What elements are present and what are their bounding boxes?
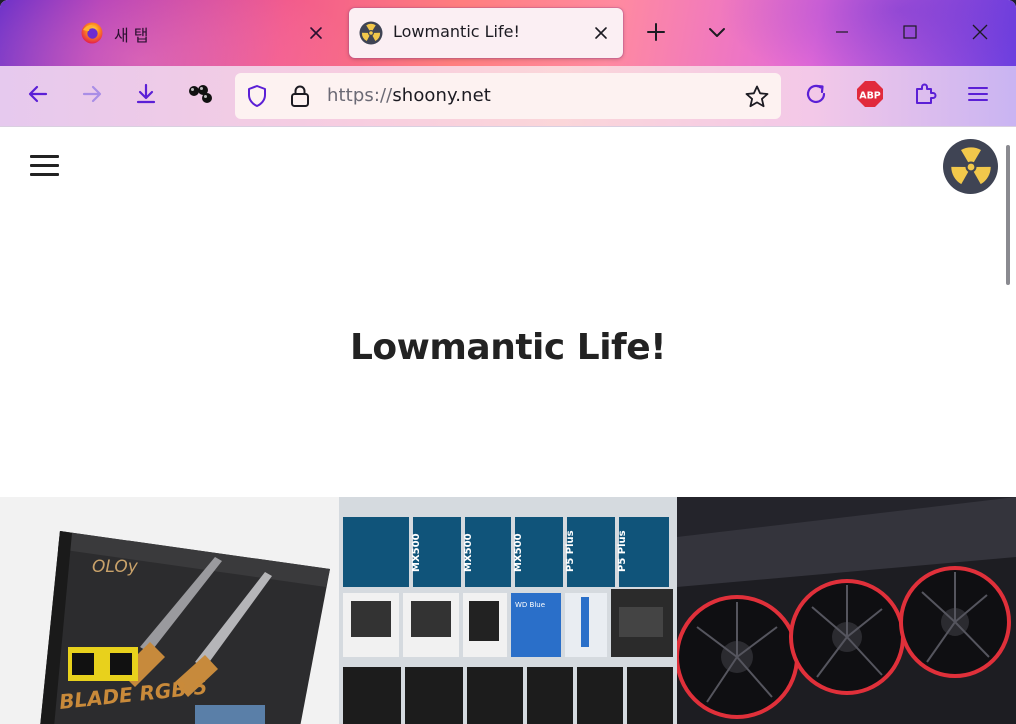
back-button[interactable] [24,82,52,110]
lock-icon[interactable] [288,83,312,113]
ssd-label: MX500 [463,533,474,572]
post-thumbnail-gpu[interactable] [677,497,1016,724]
plus-icon [645,21,667,47]
close-window-button[interactable] [960,14,1000,54]
close-tab-icon[interactable] [304,21,328,45]
downloads-button[interactable] [132,82,160,110]
minimize-button[interactable] [822,14,862,54]
maximize-button[interactable] [890,14,930,54]
url-scheme: https:// [327,85,393,106]
app-menu-button[interactable] [964,82,992,110]
back-arrow-icon [26,82,50,110]
site-avatar[interactable] [943,139,998,194]
ssd-label: MX500 [411,533,422,572]
list-all-tabs-button[interactable] [703,20,731,48]
extension-button[interactable] [186,82,214,110]
tab-label: Lowmantic Life! [393,22,520,41]
close-tab-icon[interactable] [589,21,613,45]
ssd-label: P5 Plus [617,530,628,572]
firefox-icon [80,21,104,45]
bookmark-star-icon[interactable] [744,84,770,114]
browser-window: 새 탭 Lowmantic Life! https://shoony.net A… [0,0,1016,724]
minimize-icon [834,24,850,44]
extensions-puzzle-icon [912,81,938,111]
ssd-label: P5 Plus [565,530,576,572]
reload-icon [803,81,829,111]
adblock-plus-button[interactable]: ABP [856,80,884,112]
extension-balls-icon [186,82,214,110]
thumbnail-brand-text: OLOy [92,557,139,577]
app-menu-icon [966,82,990,110]
page-scrollbar[interactable] [1006,145,1010,285]
reload-button[interactable] [802,82,830,110]
ssd-label: MX500 [513,533,524,572]
forward-button[interactable] [78,82,106,110]
tab-label: 새 탭 [114,26,149,45]
abp-label: ABP [859,91,881,102]
adblock-plus-icon: ABP [856,80,884,112]
url-bar[interactable]: https://shoony.net [235,73,781,119]
url-text[interactable]: https://shoony.net [327,85,491,106]
ssd-label: WD Blue [515,601,545,609]
hamburger-menu-icon[interactable] [30,155,60,177]
forward-arrow-icon [80,82,104,110]
site-title: Lowmantic Life! [349,327,667,368]
post-thumbnails: OLOy BLADE RGB 5 MX500 MX500 MX500 P5 Pl… [0,497,1016,724]
maximize-icon [902,24,918,44]
chevron-down-icon [706,21,728,47]
tab-lowmantic-life[interactable]: Lowmantic Life! [349,8,623,58]
url-host: shoony.net [392,85,491,106]
extensions-button[interactable] [911,82,939,110]
shield-icon[interactable] [245,84,269,112]
post-thumbnail-ssd[interactable]: MX500 MX500 MX500 P5 Plus P5 Plus WD Blu… [339,497,677,724]
download-icon [134,82,158,110]
radiation-icon [359,21,383,45]
tab-new-tab[interactable]: 새 탭 [70,8,338,58]
post-thumbnail-memory[interactable]: OLOy BLADE RGB 5 [0,497,339,724]
close-icon [971,23,989,45]
radiation-icon [950,146,991,184]
new-tab-button[interactable] [642,20,670,48]
tab-strip: 새 탭 Lowmantic Life! [0,0,1016,66]
page-content: Lowmantic Life! OLOy BLADE RGB 5 MX500 M… [0,126,1016,724]
